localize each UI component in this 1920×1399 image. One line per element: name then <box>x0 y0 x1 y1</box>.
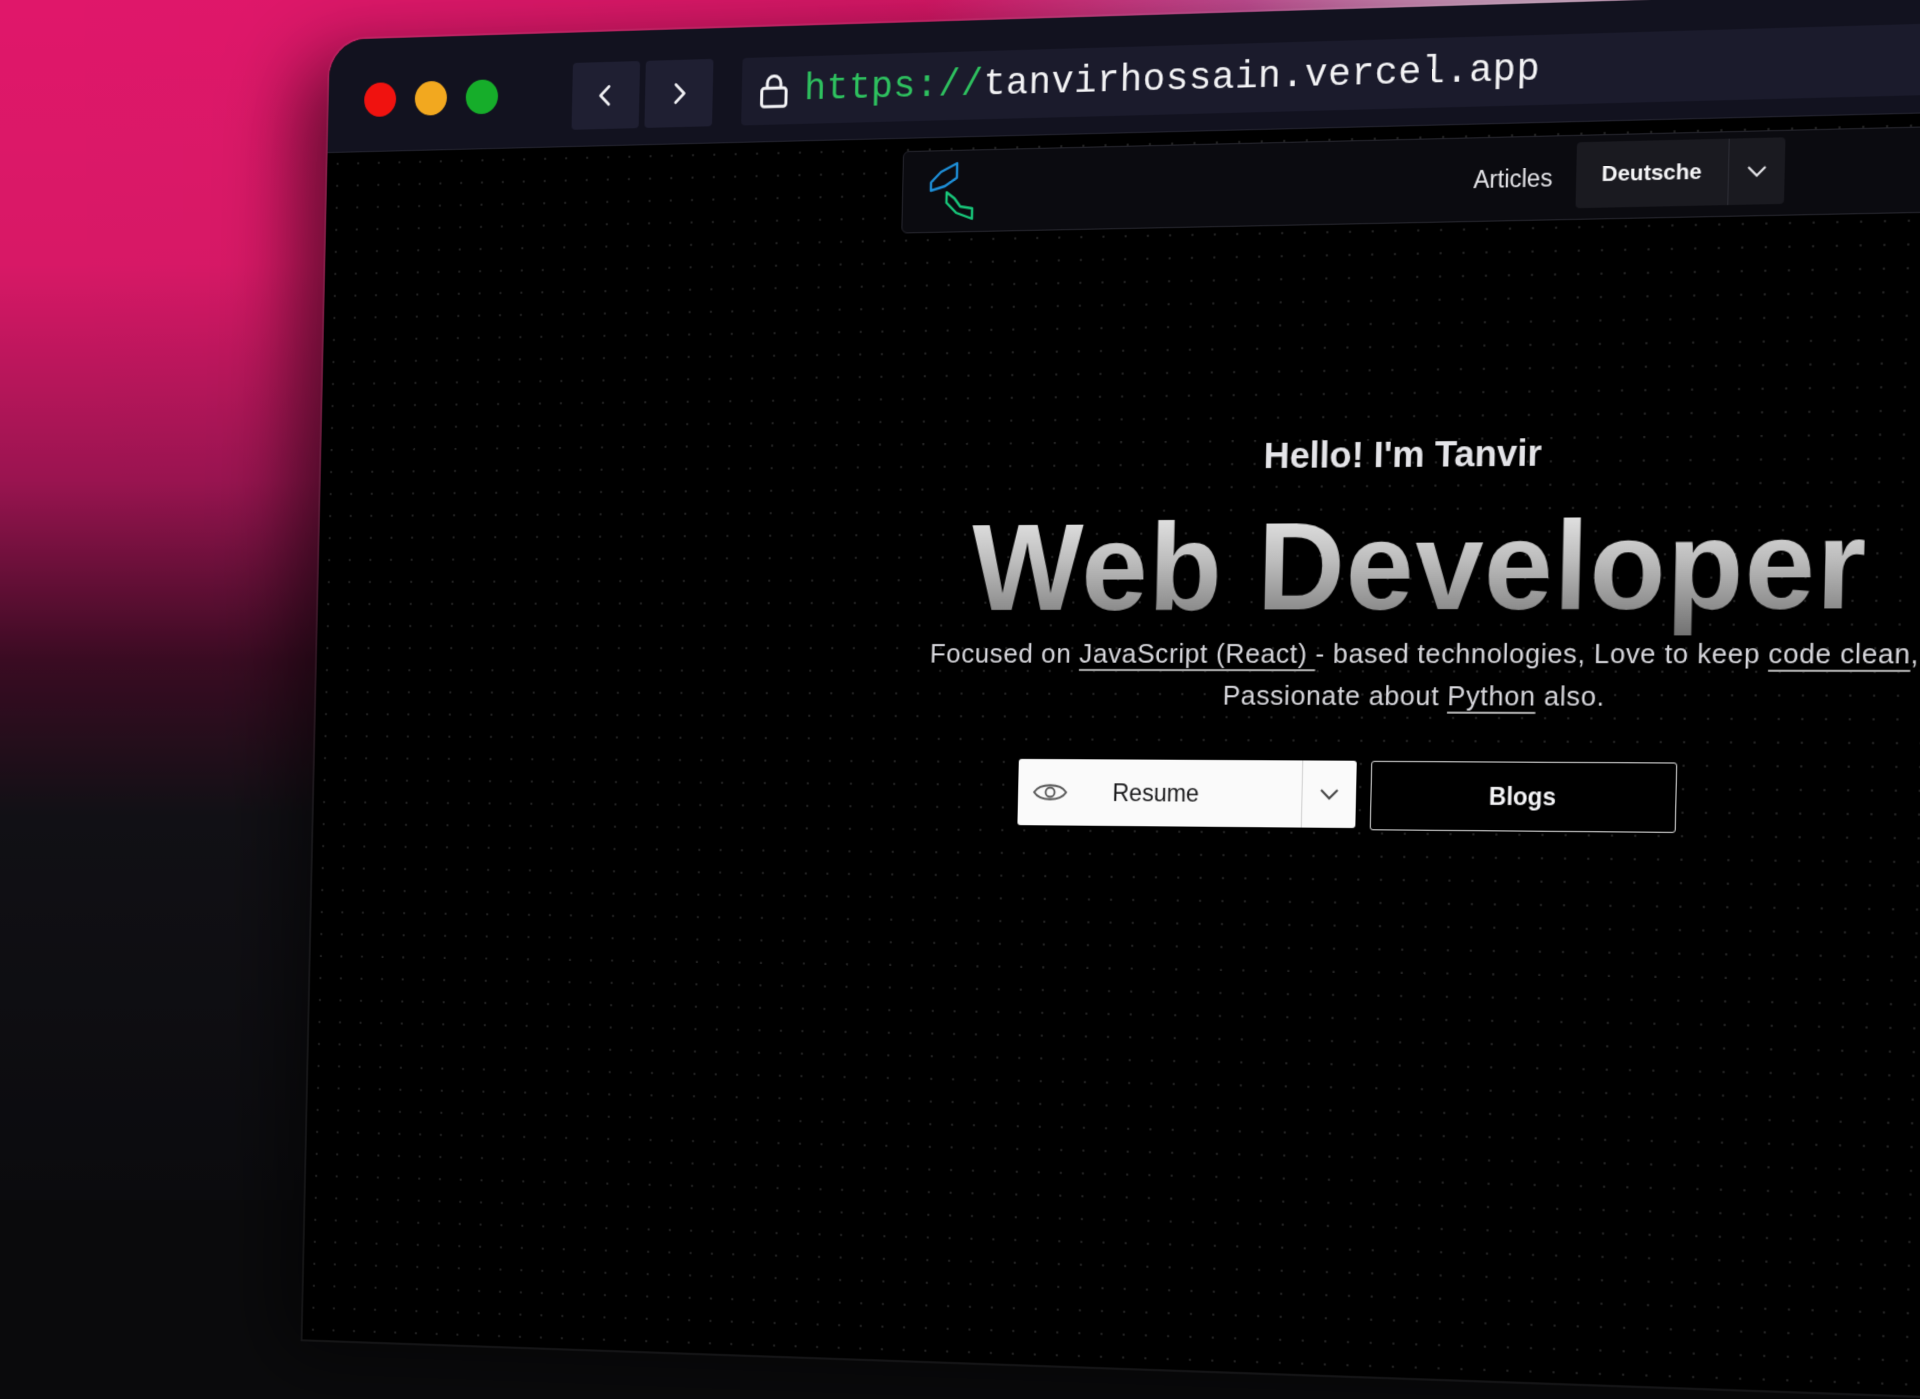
minimize-window-button[interactable] <box>414 80 448 116</box>
site-logo[interactable] <box>926 161 977 224</box>
language-dropdown-button[interactable] <box>1726 137 1785 206</box>
hero-title: Web Developer <box>853 491 1920 639</box>
browser-window: https://tanvirhossain.vercel.app Article… <box>302 0 1920 1399</box>
nav-articles-link[interactable]: Articles <box>1473 136 1554 220</box>
site-header: Articles Deutsche <box>901 123 1920 234</box>
forward-button[interactable] <box>644 58 714 128</box>
lock-icon <box>757 72 791 110</box>
blogs-button[interactable]: Blogs <box>1369 760 1678 833</box>
language-switcher[interactable]: Deutsche <box>1575 137 1785 209</box>
page-viewport: Articles Deutsche Hello! I'm Tanvir Web … <box>302 107 1920 1399</box>
desc-text: Focused on <box>929 637 1080 669</box>
address-bar[interactable]: https://tanvirhossain.vercel.app <box>741 15 1920 126</box>
desc-text: also. <box>1535 680 1606 713</box>
chevron-down-icon <box>1319 787 1340 802</box>
resume-label: Resume <box>1112 778 1200 807</box>
chevron-left-icon <box>593 82 618 109</box>
hero-greeting: Hello! I'm Tanvir <box>1263 432 1543 477</box>
chevron-right-icon <box>666 80 692 107</box>
language-label[interactable]: Deutsche <box>1576 139 1729 209</box>
url-scheme: https:// <box>803 63 984 112</box>
stage: https://tanvirhossain.vercel.app Article… <box>0 0 1920 1399</box>
url-host: tanvirhossain.vercel.app <box>982 47 1541 107</box>
url-text: https://tanvirhossain.vercel.app <box>804 48 1541 112</box>
hero-actions: Resume Blogs <box>1017 758 1678 833</box>
back-button[interactable] <box>571 61 641 130</box>
hero-description: Focused on JavaScript (React) - based te… <box>881 632 1920 719</box>
resume-split-button: Resume <box>1017 758 1357 829</box>
chevron-down-icon <box>1745 163 1767 178</box>
resume-dropdown-button[interactable] <box>1300 760 1357 829</box>
desc-text: - based technologies, Love to keep <box>1315 637 1769 670</box>
resume-button[interactable]: Resume <box>1017 759 1302 828</box>
javascript-react-link[interactable]: JavaScript (React) <box>1079 638 1316 669</box>
eye-icon <box>1032 780 1069 805</box>
maximize-window-button[interactable] <box>465 79 499 115</box>
code-clean-link[interactable]: code clean <box>1768 637 1911 669</box>
python-link[interactable]: Python <box>1447 680 1536 712</box>
close-window-button[interactable] <box>363 82 397 118</box>
